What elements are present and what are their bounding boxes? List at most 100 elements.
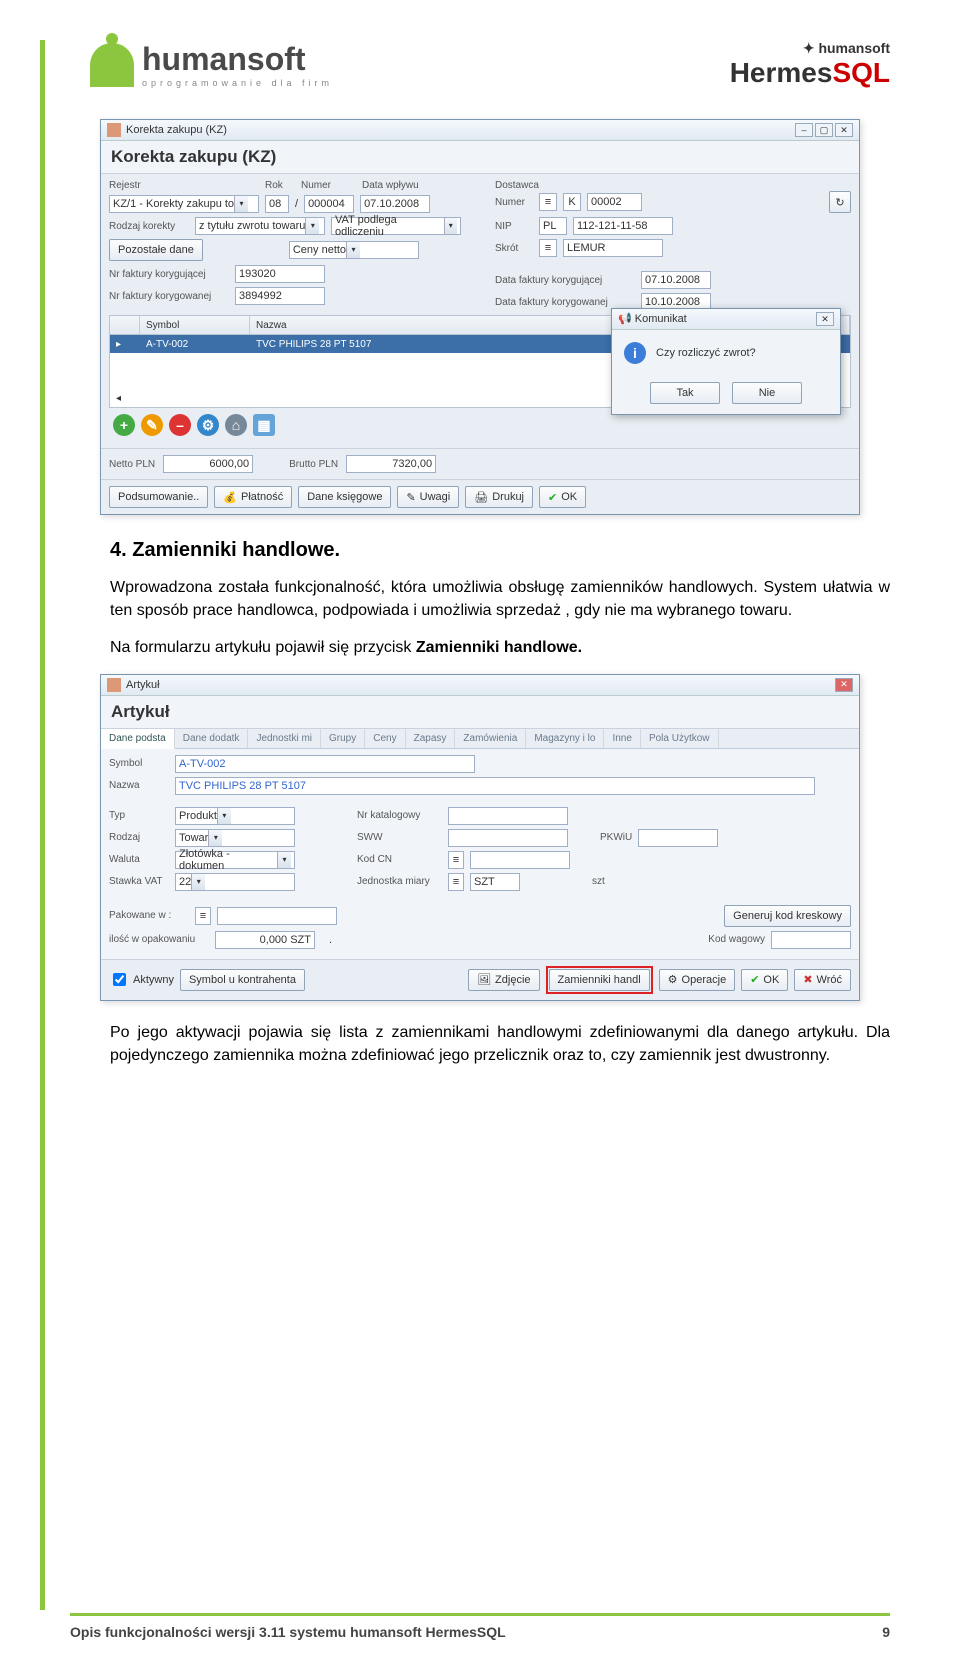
input-data-wplywu[interactable]: 07.10.2008: [360, 195, 430, 213]
lookup-icon[interactable]: ≡: [195, 907, 211, 925]
info-icon: i: [624, 342, 646, 364]
operacje-button[interactable]: ⚙Operacje: [659, 969, 736, 991]
label-ilosc-opak: ilość w opakowaniu: [109, 934, 209, 945]
value-netto: 6000,00: [163, 455, 253, 473]
zamienniki-handlowe-button[interactable]: Zamienniki handl: [549, 969, 650, 991]
window-korekta-zakupu: Korekta zakupu (KZ) – ▢ ✕ Korekta zakupu…: [100, 119, 860, 515]
input-data-fk-korygujacej[interactable]: 07.10.2008: [641, 271, 711, 289]
th-symbol: Symbol: [140, 316, 250, 334]
label-pkwiu: PKWiU: [600, 832, 632, 843]
lookup-icon[interactable]: ≡: [539, 193, 557, 211]
input-pakowane[interactable]: [217, 907, 337, 925]
input-dost-k[interactable]: K: [563, 193, 581, 211]
tab-dane-podsta[interactable]: Dane podsta: [101, 729, 175, 749]
label-nazwa: Nazwa: [109, 780, 169, 791]
no-button[interactable]: Nie: [732, 382, 802, 404]
input-sww[interactable]: [448, 829, 568, 847]
tab-jednostki[interactable]: Jednostki mi: [248, 729, 321, 748]
logo-right-main: Hermes: [730, 57, 833, 88]
window-title: Korekta zakupu (KZ): [126, 124, 227, 136]
label-symbol: Symbol: [109, 758, 169, 769]
uwagi-button[interactable]: ✎Uwagi: [397, 486, 459, 508]
platnosc-button[interactable]: 💰Płatność: [214, 486, 292, 508]
label-numer: Numer: [301, 180, 356, 191]
close-icon[interactable]: ✕: [835, 123, 853, 137]
input-nr-katalogowy[interactable]: [448, 807, 568, 825]
delete-icon[interactable]: –: [169, 414, 191, 436]
dialog-komunikat: 📢 Komunikat ✕ i Czy rozliczyć zwrot? Tak…: [611, 308, 841, 415]
input-waluta[interactable]: Złotówka - dokumen▾: [175, 851, 295, 869]
refresh-icon[interactable]: ↻: [829, 191, 851, 213]
tab-ceny[interactable]: Ceny: [365, 729, 405, 748]
symbol-kontrahenta-button[interactable]: Symbol u kontrahenta: [180, 969, 305, 991]
input-stawka-vat[interactable]: 22▾: [175, 873, 295, 891]
input-numer[interactable]: 000004: [304, 195, 354, 213]
input-dost-numer[interactable]: 00002: [587, 193, 642, 211]
tab-zamowienia[interactable]: Zamówienia: [455, 729, 526, 748]
left-accent-bar: [40, 40, 45, 1610]
input-rodzaj-korekty[interactable]: z tytułu zwrotu towaru▾: [195, 217, 325, 235]
lookup-icon[interactable]: ≡: [448, 873, 464, 891]
tab-magazyny[interactable]: Magazyny i lo: [526, 729, 604, 748]
lookup-icon-2[interactable]: ≡: [539, 239, 557, 257]
podsumowanie-button[interactable]: Podsumowanie..: [109, 486, 208, 508]
yes-button[interactable]: Tak: [650, 382, 720, 404]
td-symbol: A-TV-002: [140, 339, 250, 350]
input-nr-fk-korygowanej[interactable]: 3894992: [235, 287, 325, 305]
input-rejestr[interactable]: KZ/1 - Korekty zakupu to▾: [109, 195, 259, 213]
edit-icon[interactable]: ✎: [141, 414, 163, 436]
add-icon[interactable]: +: [113, 414, 135, 436]
input-nazwa[interactable]: TVC PHILIPS 28 PT 5107: [175, 777, 815, 795]
input-nr-fk-korygujacej[interactable]: 193020: [235, 265, 325, 283]
generuj-kod-button[interactable]: Generuj kod kreskowy: [724, 905, 851, 927]
input-nip[interactable]: 112-121-11-58: [573, 217, 673, 235]
label-data-fk-korygujacej: Data faktury korygującej: [495, 275, 635, 286]
input-skrot[interactable]: LEMUR: [563, 239, 663, 257]
wroc-button[interactable]: ✖Wróć: [794, 969, 851, 991]
tab-dane-dodatk[interactable]: Dane dodatk: [175, 729, 249, 748]
checkbox-aktywny[interactable]: Aktywny: [109, 970, 174, 989]
page-number: 9: [882, 1624, 890, 1640]
input-typ[interactable]: Produkt▾: [175, 807, 295, 825]
input-jm[interactable]: SZT: [470, 873, 520, 891]
input-rodzaj[interactable]: Towar▾: [175, 829, 295, 847]
dialog-message: Czy rozliczyć zwrot?: [656, 347, 756, 359]
msg-icon: 📢: [618, 313, 632, 325]
input-nip-cc[interactable]: PL: [539, 217, 567, 235]
input-kod-wagowy[interactable]: [771, 931, 851, 949]
dane-ksiegowe-button[interactable]: Dane księgowe: [298, 486, 391, 508]
ok-button[interactable]: ✔OK: [539, 486, 586, 508]
section-title: 4. Zamienniki handlowe.: [110, 539, 890, 562]
label-waluta: Waluta: [109, 854, 169, 865]
input-pkwiu[interactable]: [638, 829, 718, 847]
tool2-icon[interactable]: ⌂: [225, 414, 247, 436]
minimize-icon[interactable]: –: [795, 123, 813, 137]
close-icon[interactable]: ✕: [835, 678, 853, 692]
pozostale-dane-button[interactable]: Pozostałe dane: [109, 239, 203, 261]
label-rejestr: Rejestr: [109, 180, 259, 191]
input-vat[interactable]: VAT podlega odliczeniu▾: [331, 217, 461, 235]
input-rok[interactable]: 08: [265, 195, 289, 213]
label-dost-numer: Numer: [495, 197, 533, 208]
tab-pola-uzytk[interactable]: Pola Użytkow: [641, 729, 719, 748]
lookup-icon[interactable]: ≡: [448, 851, 464, 869]
tab-zapasy[interactable]: Zapasy: [406, 729, 456, 748]
maximize-icon[interactable]: ▢: [815, 123, 833, 137]
tabs: Dane podsta Dane dodatk Jednostki mi Gru…: [101, 729, 859, 749]
paragraph-3: Po jego aktywacji pojawia się lista z za…: [110, 1021, 890, 1067]
window-artykul: Artykuł ✕ Artykuł Dane podsta Dane dodat…: [100, 674, 860, 1001]
input-ceny[interactable]: Ceny netto▾: [289, 241, 419, 259]
input-symbol[interactable]: A-TV-002: [175, 755, 475, 773]
logo-text: humansoft: [142, 41, 333, 78]
tab-grupy[interactable]: Grupy: [321, 729, 365, 748]
ok-button[interactable]: ✔OK: [741, 969, 788, 991]
zdjecie-button[interactable]: 🖼Zdjęcie: [468, 969, 539, 991]
drukuj-button[interactable]: 🖨Drukuj: [465, 486, 533, 508]
input-ilosc-opak[interactable]: 0,000 SZT: [215, 931, 315, 949]
grid-icon[interactable]: ▦: [253, 414, 275, 436]
input-kod-cn[interactable]: [470, 851, 570, 869]
logo-humansoft: humansoft oprogramowanie dla firm: [90, 41, 333, 88]
dialog-close-icon[interactable]: ✕: [816, 312, 834, 326]
tab-inne[interactable]: Inne: [604, 729, 640, 748]
tool-icon[interactable]: ⚙: [197, 414, 219, 436]
